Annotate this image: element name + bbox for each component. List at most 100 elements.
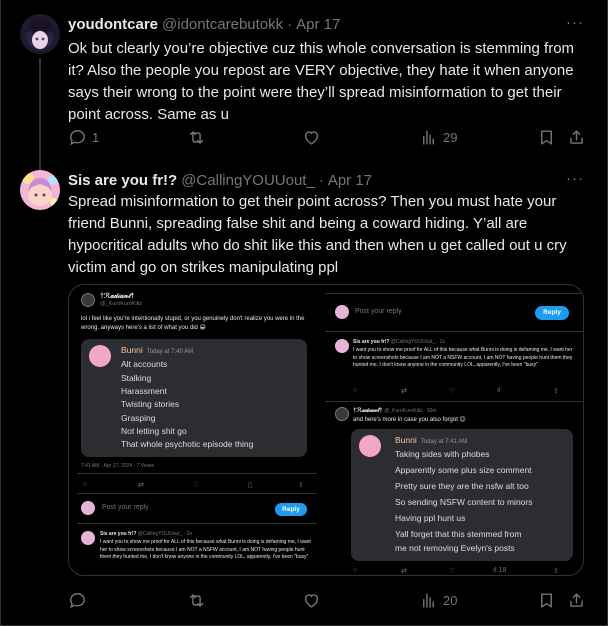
reply-text: I want you to show me proof for ALL of t…	[353, 347, 573, 368]
more-icon[interactable]: ···	[566, 170, 584, 187]
views-button[interactable]: 29	[419, 124, 457, 150]
avatar	[335, 305, 349, 319]
user-handle[interactable]: @CallingYOUUout_	[181, 172, 315, 189]
thread-connector	[39, 58, 41, 170]
avatar	[81, 293, 95, 307]
reply-icon	[70, 129, 85, 145]
card-author: Bunni	[395, 435, 417, 445]
view-count: 29	[443, 129, 458, 145]
media-image-right[interactable]: Post your reply Reply Sis are you fr!? @…	[325, 285, 583, 575]
reply-button[interactable]: 1	[68, 124, 99, 150]
tweet-1[interactable]: youdontcare @idontcarebutokk · Apr 17 ··…	[0, 14, 606, 170]
like-icon	[304, 593, 319, 608]
bookmark-button[interactable]	[537, 124, 556, 150]
mini-action-row: ○ ⇄ ♡ ıl ⇧	[353, 387, 559, 395]
avatar[interactable]	[20, 14, 60, 54]
reply-icon	[70, 592, 85, 608]
like-icon	[304, 130, 319, 145]
display-name[interactable]: youdontcare	[68, 16, 158, 33]
card-line: Grasping	[121, 413, 156, 423]
reply-text: I want you to show me proof for ALL of t…	[100, 539, 311, 560]
retweet-button[interactable]	[187, 124, 206, 150]
user-handle[interactable]: @idontcarebutokk	[162, 16, 283, 33]
bookmark-button[interactable]	[537, 587, 556, 613]
reply-handle: @CallingYOUUout_ · 2s	[390, 339, 446, 345]
card-line: Alt accounts	[121, 359, 168, 369]
media-image-left[interactable]: †ℛ𝒶𝒹𝒾𝒶𝓃𝓉† @_KuroKuroKiliz lol i feel lik…	[69, 285, 321, 575]
share-button[interactable]	[567, 124, 586, 150]
more-icon[interactable]: ···	[566, 14, 584, 31]
views-button[interactable]: 20	[419, 587, 457, 613]
avatar[interactable]	[20, 170, 60, 210]
card-header: Bunni Today at 7:40 AM	[121, 345, 193, 355]
mini-view-count: 18	[498, 567, 507, 574]
divider	[77, 493, 317, 494]
share-icon	[570, 592, 583, 607]
divider	[325, 331, 583, 332]
card-author: Bunni	[121, 345, 143, 355]
post-text: and here's more in case you also forgot …	[353, 417, 466, 423]
post-meta: 7:41 AM · Apr 17, 2024 · 7 Views	[81, 463, 155, 469]
poster-name: †ℛ𝒶𝒹𝒾𝒶𝓃𝓉†	[100, 293, 135, 300]
card-line: Pretty sure they are the nsfw alt too	[395, 481, 529, 491]
poster-handle: @_KuroKuroKiliz · 50m	[384, 408, 437, 414]
card-line: Stalking	[121, 373, 152, 383]
avatar	[335, 407, 349, 421]
card-line: Twisting stories	[121, 399, 180, 409]
mini-action-row: ○ ⇄ ♡ ıl 18 ⇧	[353, 567, 559, 575]
avatar	[359, 435, 381, 457]
reply-count: 1	[92, 129, 100, 145]
reply-button: Reply	[275, 503, 307, 516]
tweet-actions: 20	[60, 587, 590, 613]
views-icon	[423, 129, 434, 145]
separator-dot: ·	[287, 15, 293, 33]
retweet-icon	[189, 593, 204, 607]
reply-button[interactable]	[68, 587, 87, 613]
reply-handle: @CallingYOUUout_ · 2s	[137, 531, 193, 537]
like-button[interactable]	[302, 587, 321, 613]
reply-input: Post your reply	[355, 308, 402, 315]
card-line: Having ppl hunt us	[395, 513, 466, 523]
views-icon	[423, 592, 434, 608]
bookmark-icon	[541, 129, 552, 145]
avatar	[335, 339, 349, 353]
divider	[77, 523, 317, 524]
display-name[interactable]: Sis are you fr!?	[68, 172, 177, 189]
card-line: Apparently some plus size comment	[395, 465, 532, 475]
poster-name: †ℛ𝒶𝒹𝒾𝒶𝓃𝓉†	[353, 408, 383, 414]
card-line: That whole psychotic episode thing	[121, 439, 254, 449]
post-date[interactable]: Apr 17	[328, 172, 372, 189]
poster-handle: @_KuroKuroKiliz	[100, 301, 142, 307]
card-line: me not removing Evelyn's posts	[395, 543, 515, 553]
card-time: Today at 7:41 AM	[420, 439, 468, 445]
post-date[interactable]: Apr 17	[296, 16, 340, 33]
avatar	[81, 531, 95, 545]
divider	[77, 473, 317, 474]
reply-header: Sis are you fr!? @CallingYOUUout_ · 2s	[100, 531, 192, 537]
post-text: lol i feel like you're intentionally stu…	[81, 316, 305, 331]
reply-author: Sis are you fr!?	[353, 339, 390, 345]
divider	[325, 401, 583, 402]
discord-card: Bunni Today at 7:41 AM Taking sides with …	[351, 429, 573, 561]
divider	[325, 293, 583, 294]
tweet-text: Ok but clearly you’re objective cuz this…	[68, 40, 575, 123]
tweet-header: Sis are you fr!? @CallingYOUUout_ · Apr …	[68, 170, 372, 190]
card-line: Taking sides with phobes	[395, 449, 490, 459]
reply-header: Sis are you fr!? @CallingYOUUout_ · 2s	[353, 339, 445, 345]
share-icon	[570, 129, 583, 144]
like-button[interactable]	[302, 124, 321, 150]
reply-button: Reply	[535, 306, 569, 320]
retweet-icon	[189, 130, 204, 144]
card-line: Harassment	[121, 386, 167, 396]
bookmark-icon	[541, 592, 552, 608]
avatar	[89, 345, 111, 367]
card-time: Today at 7:40 AM	[146, 349, 194, 355]
card-line: Not letting shit go	[121, 426, 187, 436]
tweet-media[interactable]: †ℛ𝒶𝒹𝒾𝒶𝓃𝓉† @_KuroKuroKiliz lol i feel lik…	[68, 284, 584, 576]
reply-author: Sis are you fr!?	[100, 531, 137, 537]
share-button[interactable]	[567, 587, 586, 613]
retweet-button[interactable]	[187, 587, 206, 613]
tweet-text: Spread misinformation to get their point…	[68, 193, 567, 276]
mini-action-row: ○ ⇄ ♡ ▯ ⇧	[83, 481, 304, 489]
tweet-actions: 1 29	[60, 124, 590, 150]
